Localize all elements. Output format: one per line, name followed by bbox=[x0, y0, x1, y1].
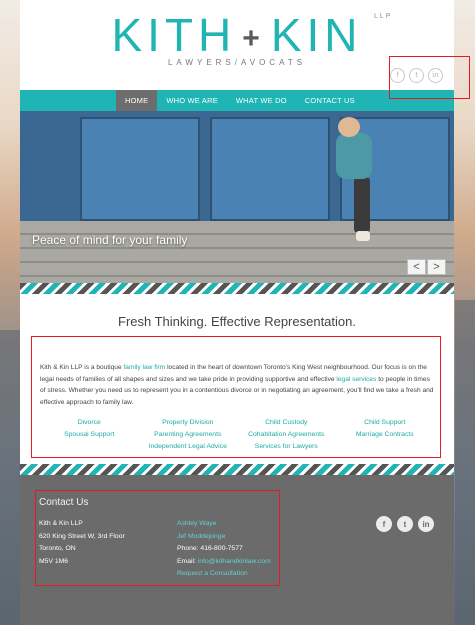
address-line: 620 King Street W, 3rd Floor bbox=[39, 532, 125, 540]
service-link-divorce[interactable]: Divorce bbox=[40, 418, 139, 428]
request-consultation-link[interactable]: Request a Consultation bbox=[177, 570, 248, 577]
hero-slider: Peace of mind for your family bbox=[20, 111, 454, 283]
nav-what-we-do[interactable]: WHAT WE DO bbox=[227, 90, 296, 111]
page-headline: Fresh Thinking. Effective Representation… bbox=[118, 314, 356, 329]
linkedin-icon[interactable]: in bbox=[418, 516, 434, 532]
nav-who-we-are[interactable]: WHO WE ARE bbox=[157, 90, 227, 111]
person-link-ashley-waye[interactable]: Ashley Waye bbox=[177, 520, 216, 527]
stripe-divider bbox=[20, 283, 454, 294]
logo-tagline: LAWYERS/AVOCATS bbox=[20, 58, 454, 67]
footer-title: Contact Us bbox=[39, 497, 89, 508]
nav-contact-us[interactable]: CONTACT US bbox=[296, 90, 364, 111]
social-links-footer: f t in bbox=[376, 516, 434, 532]
services-list: Divorce Property Division Child Custody … bbox=[40, 418, 434, 452]
city-line: Toronto, ON bbox=[39, 545, 76, 552]
logo-plus: + bbox=[242, 21, 265, 55]
stripe-divider bbox=[20, 464, 454, 475]
family-law-link[interactable]: family law firm bbox=[123, 364, 165, 371]
hero-prev-button[interactable]: < bbox=[407, 259, 426, 275]
postal-code: M5V 1M6 bbox=[39, 557, 69, 565]
linkedin-icon[interactable]: in bbox=[428, 68, 443, 83]
service-link-cohabitation-agreements[interactable]: Cohabitation Agreements bbox=[237, 430, 336, 440]
service-link-property-division[interactable]: Property Division bbox=[139, 418, 238, 428]
hero-next-button[interactable]: > bbox=[427, 259, 446, 275]
email-link[interactable]: info@kithandkinlaw.com bbox=[198, 558, 271, 565]
facebook-icon[interactable]: f bbox=[390, 68, 405, 83]
firm-name: Kith & Kin LLP bbox=[39, 520, 83, 527]
footer-address: Kith & Kin LLP 620 King Street W, 3rd Fl… bbox=[39, 518, 125, 568]
facebook-icon[interactable]: f bbox=[376, 516, 392, 532]
hero-caption: Peace of mind for your family bbox=[32, 233, 188, 247]
intro-paragraph: Kith & Kin LLP is a boutique family law … bbox=[40, 364, 434, 406]
service-link-spousal-support[interactable]: Spousal Support bbox=[40, 430, 139, 440]
service-link-independent-legal-advice[interactable]: Independent Legal Advice bbox=[139, 442, 238, 452]
twitter-icon[interactable]: t bbox=[397, 516, 413, 532]
footer-contacts: Ashley Waye Jef Moddejonge Phone: 416-80… bbox=[177, 518, 271, 581]
logo-kin: KIN bbox=[270, 9, 363, 61]
service-link-parenting-agreements[interactable]: Parenting Agreements bbox=[139, 430, 238, 440]
email-row: Email: info@kithandkinlaw.com bbox=[177, 557, 271, 565]
service-link-marriage-contracts[interactable]: Marriage Contracts bbox=[336, 430, 435, 440]
service-link-child-custody[interactable]: Child Custody bbox=[237, 418, 336, 428]
twitter-icon[interactable]: t bbox=[409, 68, 424, 83]
social-links-header: f t in bbox=[390, 68, 443, 83]
logo-llp: LLP bbox=[374, 13, 393, 20]
main-nav: HOME WHO WE ARE WHAT WE DO CONTACT US bbox=[20, 90, 454, 111]
logo-kith: KITH bbox=[111, 9, 237, 61]
tagline-lawyers: LAWYERS bbox=[167, 58, 235, 67]
nav-home[interactable]: HOME bbox=[116, 90, 158, 111]
tagline-avocats: AVOCATS bbox=[241, 58, 307, 67]
page-container: KITH + KIN LLP LAWYERS/AVOCATS f t in HOME… bbox=[20, 0, 454, 625]
footer: Contact Us Kith & Kin LLP 620 King Stree… bbox=[20, 475, 454, 625]
phone-number: Phone: 416-800-7577 bbox=[177, 545, 243, 552]
person-link-jef-moddejonge[interactable]: Jef Moddejonge bbox=[177, 533, 225, 540]
legal-services-link[interactable]: legal services bbox=[336, 376, 376, 383]
service-link-services-for-lawyers[interactable]: Services for Lawyers bbox=[237, 442, 336, 452]
service-link-child-support[interactable]: Child Support bbox=[336, 418, 435, 428]
